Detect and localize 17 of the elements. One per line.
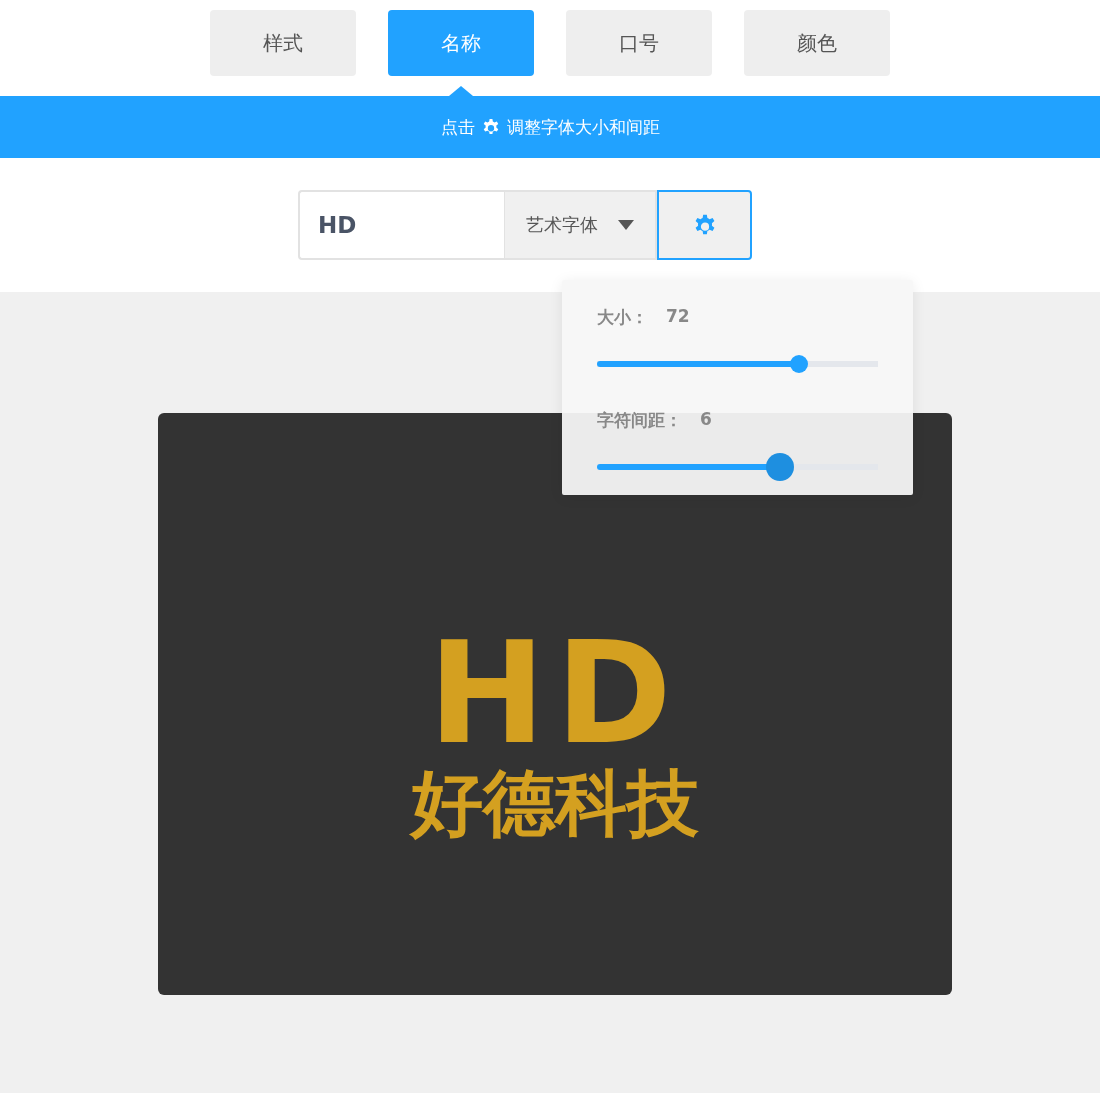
hint-text: 点击 bbox=[440, 115, 475, 139]
hint-text: 调整字体大小和间距 bbox=[506, 115, 660, 139]
caret-icon bbox=[618, 220, 634, 230]
name-input[interactable]: HD bbox=[298, 190, 504, 260]
tab[interactable]: 口号 bbox=[566, 10, 712, 76]
tab[interactable]: 样式 bbox=[210, 10, 356, 76]
font-dropdown[interactable]: 艺术字体 bbox=[504, 190, 657, 260]
logo-subtitle: 好德科技 bbox=[411, 764, 699, 844]
settings-button[interactable] bbox=[657, 190, 752, 260]
slider-label: 字符间距： bbox=[597, 409, 682, 432]
slider-value: 6 bbox=[700, 409, 712, 431]
slider-label: 大小： bbox=[597, 306, 648, 329]
slider-thumb[interactable] bbox=[790, 355, 809, 373]
slider-value: 72 bbox=[666, 306, 690, 328]
slider-thumb[interactable] bbox=[765, 453, 794, 481]
logo-title: HD bbox=[428, 611, 682, 765]
tab[interactable]: 颜色 bbox=[744, 10, 890, 76]
